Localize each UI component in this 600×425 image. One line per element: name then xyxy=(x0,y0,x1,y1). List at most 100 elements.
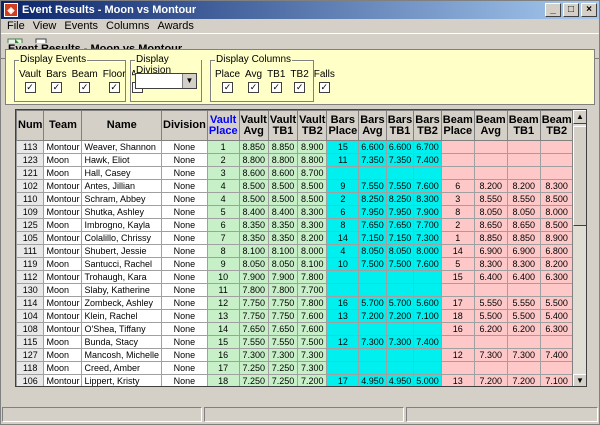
column-header[interactable]: Bars Avg xyxy=(358,110,387,141)
table-row[interactable]: 111 Montour Shubert, Jessie None 8 8.100 8.100… xyxy=(16,244,586,258)
table-row[interactable]: 113 Montour Weaver, Shannon None 1 8.850 8.850… xyxy=(16,140,586,154)
column-header[interactable]: Beam TB2 xyxy=(539,110,574,141)
table-row[interactable]: 130 Moon Slaby, Katherine None 11 7.800 7.800 7… xyxy=(16,283,586,297)
results-table: Num Team Name Division Vault Place Vault Avg V… xyxy=(16,110,586,386)
column-header[interactable]: Bars TB2 xyxy=(413,110,442,141)
table-cell: Montour xyxy=(43,179,83,193)
tb1-checkbox[interactable]: ✓ xyxy=(270,82,282,93)
minimize-button[interactable]: _ xyxy=(545,3,561,17)
avg-checkbox[interactable]: ✓ xyxy=(248,82,260,93)
table-cell: 8.900 xyxy=(297,140,328,154)
table-cell: 6.300 xyxy=(539,270,574,284)
table-cell xyxy=(473,153,508,167)
falls-checkbox[interactable]: ✓ xyxy=(318,82,330,93)
table-row[interactable]: 109 Montour Shutka, Ashley None 5 8.400 8.400 8… xyxy=(16,205,586,219)
table-cell: 106 xyxy=(16,374,45,386)
table-cell: None xyxy=(161,153,208,167)
status-pane-3 xyxy=(406,407,598,422)
column-header[interactable]: Vault TB1 xyxy=(267,110,299,141)
close-button[interactable]: × xyxy=(581,3,597,17)
table-cell: 8.800 xyxy=(297,153,328,167)
column-header[interactable]: Beam Avg xyxy=(473,110,508,141)
table-row[interactable]: 112 Montour Trohaugh, Kara None 10 7.900 7.900… xyxy=(16,270,586,284)
table-row[interactable]: 121 Moon Hall, Casey None 3 8.600 8.600 8.700 xyxy=(16,166,586,180)
menu-columns[interactable]: Columns xyxy=(102,20,153,32)
column-header[interactable]: Bars TB1 xyxy=(385,110,415,141)
table-cell: 7.200 xyxy=(385,309,415,323)
column-header[interactable]: Num xyxy=(16,110,45,141)
menu-events[interactable]: Events xyxy=(60,20,102,32)
column-header[interactable]: Division xyxy=(161,110,208,141)
results-grid[interactable]: Num Team Name Division Vault Place Vault Avg V… xyxy=(15,109,587,387)
table-cell: 13 xyxy=(206,309,240,323)
table-row[interactable]: 119 Moon Santucci, Rachel None 9 8.050 8.050 8.… xyxy=(16,257,586,271)
event-option-bars: Bars xyxy=(46,69,67,80)
table-cell xyxy=(326,348,360,362)
table-row[interactable]: 115 Moon Bunda, Stacy None 15 7.550 7.550 7.500… xyxy=(16,335,586,349)
table-cell: 127 xyxy=(16,348,45,362)
table-cell: 7.900 xyxy=(413,205,442,219)
table-cell xyxy=(539,166,574,180)
table-cell: 7.600 xyxy=(413,257,442,271)
beam-checkbox[interactable]: ✓ xyxy=(79,82,91,93)
table-row[interactable]: 123 Moon Hawk, Eliot None 2 8.800 8.800 8.800 11… xyxy=(16,153,586,167)
table-row[interactable]: 110 Montour Schram, Abbey None 4 8.500 8.500 8.… xyxy=(16,192,586,206)
table-row[interactable]: 127 Moon Mancosh, Michelle None 16 7.300 7.300… xyxy=(16,348,586,362)
menu-view[interactable]: View xyxy=(29,20,61,32)
tb2-checkbox[interactable]: ✓ xyxy=(294,82,306,93)
column-header[interactable]: Beam TB1 xyxy=(506,110,541,141)
table-cell: 8.850 xyxy=(473,231,508,245)
table-cell: 113 xyxy=(16,140,45,154)
table-cell: 7.300 xyxy=(238,348,269,362)
table-row[interactable]: 105 Montour Colalillo, Chrissy None 7 8.350 8.… xyxy=(16,231,586,245)
table-row[interactable]: 102 Montour Antes, Jillian None 4 8.500 8.500 8… xyxy=(16,179,586,193)
display-events-group: Display Events Vault ✓ Bars ✓ Beam ✓ Floor ✓… xyxy=(14,54,144,102)
table-cell: 7.250 xyxy=(267,361,299,375)
table-cell: 8.000 xyxy=(297,244,328,258)
table-row[interactable]: 104 Montour Klein, Rachel None 13 7.750 7.750 7… xyxy=(16,309,586,323)
menu-file[interactable]: File xyxy=(3,20,29,32)
table-cell: Montour xyxy=(43,322,83,336)
bars-checkbox[interactable]: ✓ xyxy=(50,82,62,93)
scroll-down-button[interactable]: ▼ xyxy=(573,374,586,386)
table-cell: None xyxy=(161,231,208,245)
table-cell: 7.700 xyxy=(413,218,442,232)
table-row[interactable]: 114 Montour Zombeck, Ashley None 12 7.750 7.75… xyxy=(16,296,586,310)
menu-awards[interactable]: Awards xyxy=(153,20,197,32)
table-cell xyxy=(506,361,541,375)
floor-checkbox[interactable]: ✓ xyxy=(108,82,120,93)
column-header[interactable]: Beam Place xyxy=(440,110,475,141)
table-cell: 7.900 xyxy=(238,270,269,284)
table-cell xyxy=(539,140,574,154)
division-select[interactable]: ▼ xyxy=(135,73,197,89)
vault-checkbox[interactable]: ✓ xyxy=(24,82,36,93)
column-header[interactable]: Vault TB2 xyxy=(297,110,328,141)
column-header[interactable]: Bars Place xyxy=(326,110,360,141)
table-cell: 102 xyxy=(16,179,45,193)
column-header[interactable]: Name xyxy=(81,110,163,141)
column-header[interactable]: Vault Place xyxy=(206,110,240,141)
table-cell: 8.200 xyxy=(473,179,508,193)
table-cell: 11 xyxy=(206,283,240,297)
column-header[interactable]: Vault Avg xyxy=(238,110,269,141)
table-cell: 8.300 xyxy=(473,257,508,271)
vertical-scrollbar[interactable]: ▲ ▼ xyxy=(572,110,586,386)
table-cell: 14 xyxy=(326,231,360,245)
column-header[interactable]: Team xyxy=(43,110,83,141)
place-checkbox[interactable]: ✓ xyxy=(222,82,233,93)
table-cell: Montour xyxy=(43,309,83,323)
table-cell: 5.500 xyxy=(506,309,541,323)
table-cell: Imbrogno, Kayla xyxy=(81,218,163,232)
table-cell: Moon xyxy=(43,335,83,349)
scroll-up-button[interactable]: ▲ xyxy=(573,110,586,124)
table-row[interactable]: 108 Montour O'Shea, Tiffany None 14 7.650 7.65… xyxy=(16,322,586,336)
scroll-thumb[interactable] xyxy=(573,126,586,226)
table-cell: 17 xyxy=(440,296,475,310)
column-option-tb1: TB1 xyxy=(267,69,286,80)
display-columns-label: Display Columns xyxy=(215,54,293,65)
chevron-down-icon[interactable]: ▼ xyxy=(182,74,196,88)
table-row[interactable]: 125 Moon Imbrogno, Kayla None 6 8.350 8.350 8.3… xyxy=(16,218,586,232)
table-row[interactable]: 106 Montour Lippert, Kristy None 18 7.250 7.25… xyxy=(16,374,586,386)
table-row[interactable]: 118 Moon Creed, Amber None 17 7.250 7.250 7.300 xyxy=(16,361,586,375)
maximize-button[interactable]: □ xyxy=(563,3,579,17)
